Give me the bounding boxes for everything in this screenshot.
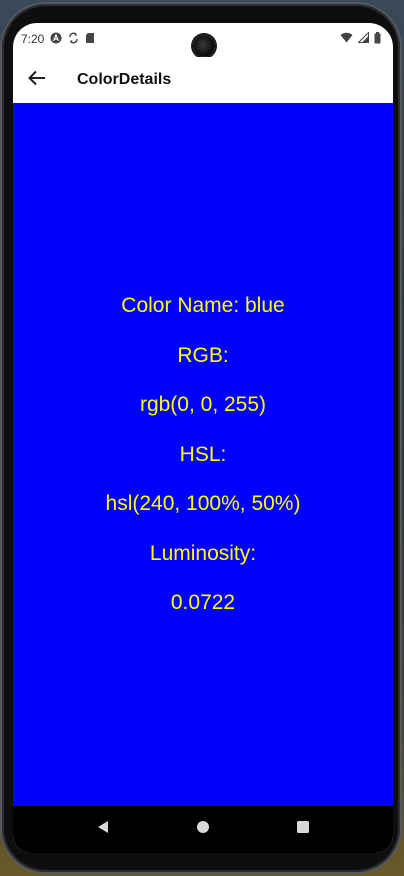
luminosity-label: Luminosity: [149,541,257,565]
back-button[interactable] [17,60,57,100]
hsl-label: HSL: [179,442,227,466]
luminosity-value: 0.0722 [170,591,236,614]
hsl-value: hsl(240, 100%, 50%) [105,492,301,515]
arrow-left-icon [28,70,46,91]
phone-frame: 7:20 ColorDetails Color Name: blue RGB: … [2,4,400,872]
nav-recents-button[interactable] [288,815,318,845]
status-time: 7:20 [21,32,45,46]
front-camera [193,35,215,57]
sync-icon [68,32,79,47]
nav-back-button[interactable] [88,815,118,845]
status-left: 7:20 [21,32,95,47]
page-title: ColorDetails [77,71,172,88]
phone-screen: 7:20 ColorDetails Color Name: blue RGB: … [13,23,393,853]
recents-square-icon [296,820,310,839]
rgb-label: RGB: [177,343,229,367]
color-details-panel: Color Name: blue RGB: rgb(0, 0, 255) HSL… [13,103,393,806]
nav-home-button[interactable] [188,815,218,845]
sd-card-icon [85,32,95,47]
battery-icon [374,31,381,47]
a-logo-icon [50,32,62,47]
wifi-icon [340,32,353,46]
back-triangle-icon [96,820,110,839]
status-right [340,31,381,47]
rgb-value: rgb(0, 0, 255) [139,393,267,416]
system-nav-bar [13,806,393,853]
signal-icon [357,31,369,46]
home-circle-icon [196,820,210,839]
color-name-text: Color Name: blue [121,294,285,317]
app-bar: ColorDetails [13,57,393,104]
